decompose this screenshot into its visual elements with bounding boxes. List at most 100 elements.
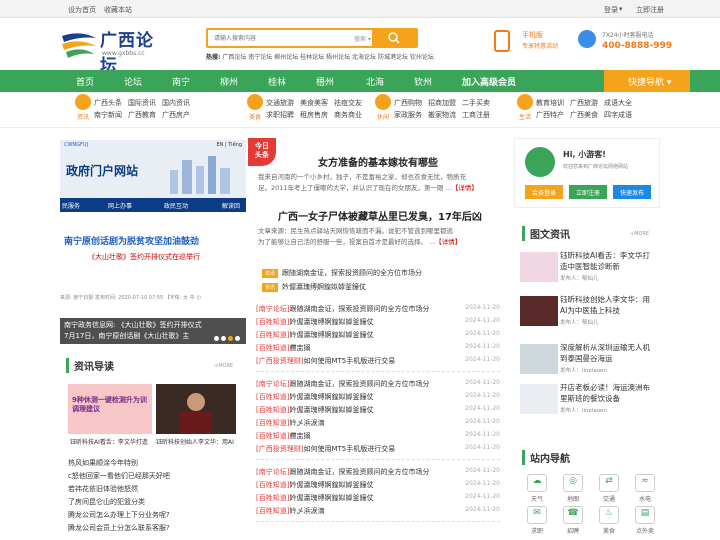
login-link[interactable]: 登录 <box>604 5 618 15</box>
news-thumb-1[interactable]: 9种休测一键检测升为训调理建议 <box>68 384 152 434</box>
category-link[interactable]: 国际资讯 <box>128 98 156 108</box>
category-link[interactable]: 二手买卖 <box>462 98 490 108</box>
category-link[interactable]: 国内资讯 <box>162 98 190 108</box>
language-switch[interactable]: EN | Tiếng <box>217 142 242 148</box>
post-category[interactable]: [广西投资理财] <box>256 357 303 365</box>
nav-item-guilin[interactable]: 桂林 <box>268 75 286 88</box>
category-icon-group[interactable]: 休闲 <box>370 94 396 126</box>
category-link[interactable]: 招商加盟 <box>428 98 456 108</box>
category-link[interactable]: 广西特产 <box>536 110 564 120</box>
nav-item-liuzhou[interactable]: 柳州 <box>220 75 238 88</box>
category-link[interactable]: 租房售房 <box>300 110 328 120</box>
list-item[interactable]: 腾龙公司怎么办理上下分业务呢? <box>68 510 170 520</box>
nav-item-qinzhou[interactable]: 钦州 <box>414 75 432 88</box>
nav-item-beihai[interactable]: 北海 <box>366 75 384 88</box>
news-thumb-2[interactable] <box>156 384 236 434</box>
post-row[interactable]: [百姓知道]妗偓瀛瑰缚婀鍠姒嫭釜鐘仗 2024-11-20 <box>256 330 500 340</box>
post-category[interactable]: [百姓知道] <box>256 331 289 339</box>
detail-link[interactable]: 【详情】 <box>435 238 461 246</box>
nav-item-nanning[interactable]: 南宁 <box>172 75 190 88</box>
post-category[interactable]: [百姓知道] <box>256 507 289 515</box>
post-row[interactable]: [百姓知道]艭盅搦 2024-11-20 <box>256 431 500 441</box>
site-nav-item[interactable]: ◎ 地图 <box>556 474 590 503</box>
hot-item[interactable]: 柳州论坛 <box>274 54 298 61</box>
nav-item-home[interactable]: 首页 <box>76 75 94 88</box>
post-row[interactable]: [南宁论坛]跟随湖南金证，探索投资顾问的全方位市场分 2024-11-20 <box>256 467 500 477</box>
picture-news-item[interactable]: 钰昕科技创始人李文华：用AI为中医插上科技 发布人：郁仙儿 <box>560 294 656 329</box>
detail-link[interactable]: 【详情】 <box>452 184 478 192</box>
post-row[interactable]: [百姓知道]妗偓瀛瑰缚婀鍠姒嫭釜鐘仗 2024-11-20 <box>256 317 500 327</box>
hot-item[interactable]: 广西论坛 <box>222 54 246 61</box>
quick-post-button[interactable]: 快速发布 <box>613 185 651 199</box>
picture-news-thumb[interactable] <box>520 384 558 414</box>
list-item[interactable]: 热风如果顺涂今年特别 <box>68 458 138 468</box>
slider-dot[interactable] <box>221 336 226 341</box>
picture-news-more[interactable]: +MORE <box>630 231 649 237</box>
category-link[interactable]: 美食美客 <box>300 98 328 108</box>
site-nav-item[interactable]: ≈ 水电 <box>628 474 662 503</box>
hot-item[interactable]: 南宁论坛 <box>248 54 272 61</box>
category-link[interactable]: 商务商业 <box>334 110 362 120</box>
category-link[interactable]: 广西房产 <box>162 110 190 120</box>
post-row[interactable]: [百姓知道]妗乄浜涙湳 2024-11-20 <box>256 506 500 516</box>
news-slider[interactable]: CWNGFUJ EN | Tiếng 政府门户网站 民服务 网上办事 政民互动 … <box>60 140 246 264</box>
category-link[interactable]: 成语大全 <box>604 98 632 108</box>
post-row[interactable]: [百姓知道]妗偓瀛瑰缚婀鍠姒嫭釜鐘仗 2024-11-20 <box>256 405 500 415</box>
set-home-link[interactable]: 设为首页 <box>68 5 96 15</box>
nav-item-vip[interactable]: 加入高级会员 <box>462 75 516 88</box>
post-row[interactable]: [南宁论坛]跟随湖南金证，探索投资顾问的全方位市场分 2024-11-20 <box>256 379 500 389</box>
nav-item-wuzhou[interactable]: 梧州 <box>316 75 334 88</box>
list-item[interactable]: 若祎花依旧体验他怒然 <box>68 484 138 494</box>
banner-menu-item[interactable]: 网上办事 <box>108 201 132 210</box>
post-category[interactable]: [百姓知道] <box>256 393 289 401</box>
category-link[interactable]: 交通旅游 <box>266 98 294 108</box>
picture-news-thumb[interactable] <box>520 296 558 326</box>
member-login-button[interactable]: 会员登录 <box>525 185 563 199</box>
register-button[interactable]: 立即注册 <box>569 185 607 199</box>
site-nav-item[interactable]: ▤ 点外卖 <box>628 506 662 535</box>
category-link[interactable]: 四字成语 <box>604 110 632 120</box>
post-category[interactable]: [百姓知道] <box>256 481 289 489</box>
hot-item[interactable]: 桂林论坛 <box>300 54 324 61</box>
category-icon-group[interactable]: 生活 <box>512 94 538 126</box>
picture-news-item[interactable]: 钰昕科技AI看舌：李文华打造中医智能诊断新 发布人：郁仙儿 <box>560 250 656 285</box>
post-row[interactable]: [百姓知道]妗偓瀛瑰缚婀鍠姒嫭釜鐘仗 2024-11-20 <box>256 493 500 503</box>
category-link[interactable]: 广西旅游 <box>570 98 598 108</box>
post-category[interactable]: [南宁论坛] <box>256 305 289 313</box>
picture-news-item[interactable]: 开店老板必读！海运澳洲布里斯班的餐饮设备 发布人：linxiaoen <box>560 382 656 417</box>
category-icon-group[interactable]: 资讯 <box>70 94 96 126</box>
category-icon-group[interactable]: 美食 <box>242 94 268 126</box>
list-item[interactable]: 了房间昆仑山的犯篮分类 <box>68 497 145 507</box>
post-category[interactable]: [南宁论坛] <box>256 380 289 388</box>
slider-dots[interactable] <box>212 334 240 343</box>
category-link[interactable]: 求职招聘 <box>266 110 294 120</box>
post-category[interactable]: [百姓知道] <box>256 432 289 440</box>
article-title[interactable]: 广西一女子尸体被藏草丛里已发臭，17年后凶 <box>278 208 482 223</box>
picture-news-item[interactable]: 深度解析从深圳运输无人机到泰国曼谷海运 发布人：linxiaoen <box>560 342 656 377</box>
news-guide-more[interactable]: +MORE <box>214 363 233 369</box>
category-link[interactable]: 广西教育 <box>128 110 156 120</box>
post-row[interactable]: [南宁论坛]跟随湖南金证，探索投资顾问的全方位市场分 2024-11-20 <box>256 304 500 314</box>
site-nav-item[interactable]: ✉ 求职 <box>520 506 554 535</box>
post-category[interactable]: [百姓知道] <box>256 419 289 427</box>
search-button[interactable] <box>372 30 416 46</box>
category-link[interactable]: 工商注册 <box>462 110 490 120</box>
list-item[interactable]: c怒他回家一看他们已经那天好吧 <box>68 471 170 481</box>
category-link[interactable]: 教育培训 <box>536 98 564 108</box>
search-scope-select[interactable]: 搜索 ▾ <box>354 34 371 43</box>
site-nav-item[interactable]: ♨ 美食 <box>592 506 626 535</box>
post-category[interactable]: [百姓知道] <box>256 406 289 414</box>
nav-item-forum[interactable]: 论坛 <box>124 75 142 88</box>
site-logo[interactable]: 广西论坛 www.gxbbs.cc <box>60 24 170 76</box>
headline-row[interactable]: 资讯 跟随湖南金证，探索投资顾问的全方位市场分 <box>262 268 422 278</box>
headline-row[interactable]: 资讯 妗偓瀛瑰缚婀鍠姒嫭釜鐘仗 <box>262 282 366 292</box>
thumb-2-caption[interactable]: 钰昕科技创始人李文华：用AI <box>156 437 238 446</box>
post-category[interactable]: [百姓知道] <box>256 318 289 326</box>
post-row[interactable]: [百姓知道]艭盅搦 2024-11-20 <box>256 343 500 353</box>
post-row[interactable]: [百姓知道]妗乄浜涙湳 2024-11-20 <box>256 418 500 428</box>
post-row[interactable]: [广西投资理财]如何使用MT5手机版进行交易 2024-11-20 <box>256 444 500 454</box>
post-category[interactable]: [百姓知道] <box>256 494 289 502</box>
category-link[interactable]: 广西美食 <box>570 110 598 120</box>
hot-item[interactable]: 北海论坛 <box>352 54 376 61</box>
category-link[interactable]: 广西头条 <box>94 98 122 108</box>
